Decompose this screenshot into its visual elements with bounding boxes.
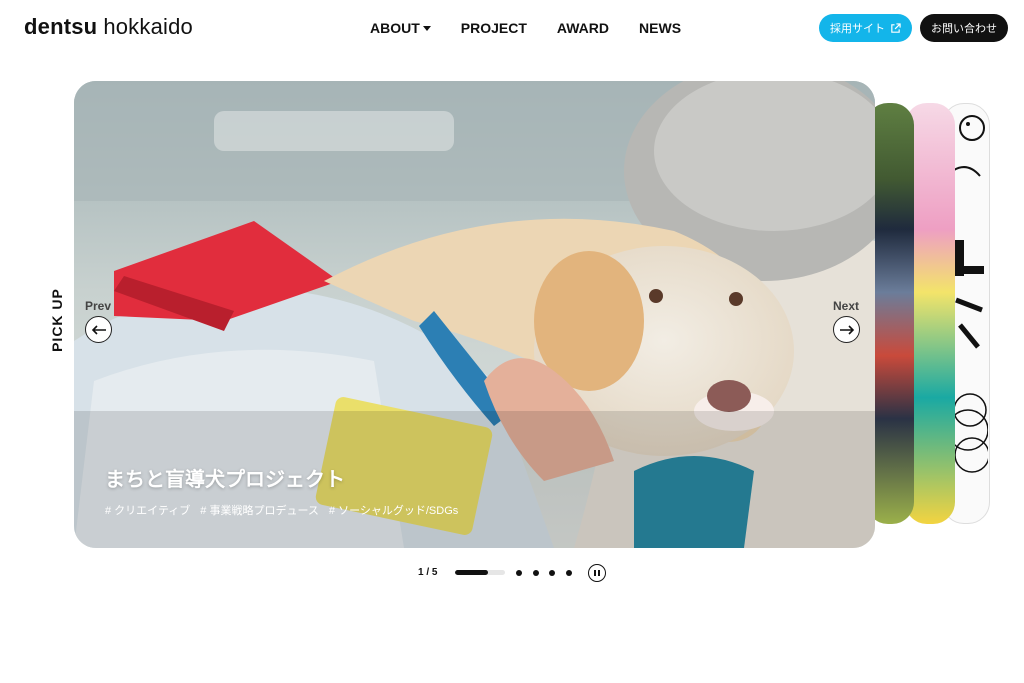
slider-pagination: 1 / 5	[418, 564, 608, 582]
next-label: Next	[833, 299, 860, 313]
site-header: dentsu hokkaido ABOUT PROJECT AWARD NEWS …	[0, 0, 1024, 56]
pause-icon	[598, 570, 600, 576]
pagination-dot[interactable]	[566, 570, 572, 576]
nav-news-label: NEWS	[639, 20, 682, 36]
tag-item[interactable]: # ソーシャルグッド/SDGs	[329, 502, 458, 518]
slide-tags: # クリエイティブ # 事業戦略プロデュース # ソーシャルグッド/SDGs	[105, 502, 458, 518]
pause-icon	[594, 570, 596, 576]
slide-progress-fill	[455, 570, 488, 575]
tag-item[interactable]: # クリエイティブ	[105, 502, 190, 518]
external-link-icon	[891, 22, 901, 33]
prev-label: Prev	[85, 299, 112, 313]
nav-about[interactable]: ABOUT	[370, 20, 431, 36]
arrow-left-icon	[85, 316, 112, 343]
slide-title[interactable]: まちと盲導犬プロジェクト	[105, 463, 345, 492]
logo-dentsu: dentsu	[24, 14, 98, 39]
pagination-dot[interactable]	[549, 570, 555, 576]
logo[interactable]: dentsu hokkaido	[24, 14, 193, 40]
caret-down-icon	[422, 25, 431, 31]
contact-label: お問い合わせ	[931, 23, 997, 35]
nav-news[interactable]: NEWS	[639, 20, 681, 36]
slide-current[interactable]: まちと盲導犬プロジェクト # クリエイティブ # 事業戦略プロデュース # ソー…	[74, 81, 875, 548]
main-nav: ABOUT PROJECT AWARD NEWS	[370, 20, 681, 36]
logo-hokkaido: hokkaido	[103, 14, 193, 39]
pickup-section-label: PICK UP	[48, 288, 66, 354]
next-button[interactable]: Next	[833, 299, 863, 343]
prev-button[interactable]: Prev	[85, 299, 115, 343]
recruit-site-label: 採用サイト	[830, 23, 885, 35]
nav-about-label: ABOUT	[370, 20, 420, 36]
recruit-site-button[interactable]: 採用サイト	[819, 14, 912, 42]
nav-project[interactable]: PROJECT	[461, 20, 527, 36]
nav-project-label: PROJECT	[460, 20, 527, 36]
contact-button[interactable]: お問い合わせ	[920, 14, 1008, 42]
nav-award[interactable]: AWARD	[557, 20, 609, 36]
tag-item[interactable]: # 事業戦略プロデュース	[200, 502, 319, 518]
pagination-dot[interactable]	[516, 570, 522, 576]
nav-award-label: AWARD	[556, 20, 610, 36]
pickup-text: PICK UP	[49, 288, 65, 352]
slide-progress-bar	[455, 570, 505, 575]
slide-preview-4-illustration	[950, 115, 988, 473]
pause-button[interactable]	[588, 564, 606, 582]
pagination-dot[interactable]	[533, 570, 539, 576]
slide-counter: 1 / 5	[418, 567, 438, 578]
arrow-right-icon	[833, 316, 860, 343]
